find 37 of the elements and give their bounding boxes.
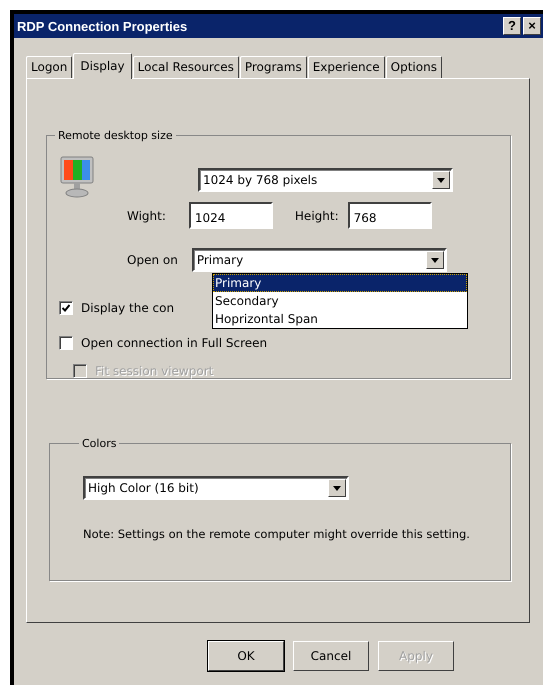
width-label: Wight:: [127, 208, 166, 222]
caret-icon: [333, 486, 341, 490]
dropdown-button[interactable]: [328, 479, 346, 497]
help-button[interactable]: ?: [503, 17, 521, 35]
tab[interactable]: Options: [386, 56, 442, 78]
caret-icon: [430, 258, 439, 262]
dropdown-button[interactable]: [432, 171, 450, 189]
dropdown-button[interactable]: [426, 251, 444, 269]
height-label: Height:: [294, 208, 339, 222]
dropdown-option[interactable]: Hoprizontal Span: [213, 310, 467, 328]
checkbox-label: Display the con: [81, 300, 174, 314]
window-title: RDP Connection Properties: [17, 18, 188, 34]
dialog-button[interactable]: OK: [208, 641, 284, 671]
monitor-dropdown[interactable]: Primary: [192, 248, 447, 272]
dialog-button[interactable]: Cancel: [293, 641, 369, 671]
checkbox[interactable]: [59, 300, 73, 314]
caret-icon: [437, 178, 445, 182]
height-field[interactable]: 768: [348, 202, 432, 229]
note-text: Note: Settings on the remote computer might override this setting.: [83, 526, 471, 542]
checkmark-icon: [62, 304, 70, 312]
group-label: Colors: [81, 437, 118, 450]
checkbox-label: Open connection in Full Screen: [81, 336, 268, 350]
checkbox[interactable]: [59, 336, 73, 350]
color-depth-dropdown[interactable]: High Color (16 bit): [83, 476, 349, 500]
resolution-dropdown[interactable]: 1024 by 768 pixels: [198, 168, 453, 192]
close-button[interactable]: ×: [523, 17, 541, 35]
tab[interactable]: Logon: [26, 56, 72, 78]
group-label: Remote desktop size: [57, 129, 174, 142]
dropdown-option[interactable]: Primary: [213, 274, 467, 292]
monitor-icon: [59, 156, 95, 198]
width-field[interactable]: 1024: [188, 202, 273, 229]
tab[interactable]: Local Resources: [132, 56, 239, 78]
tab[interactable]: Display: [73, 53, 132, 79]
tab[interactable]: Experience: [308, 56, 385, 78]
dropdown-option[interactable]: Secondary: [213, 292, 467, 310]
open-on-label: Open on: [127, 253, 178, 267]
tab[interactable]: Programs: [240, 56, 307, 78]
